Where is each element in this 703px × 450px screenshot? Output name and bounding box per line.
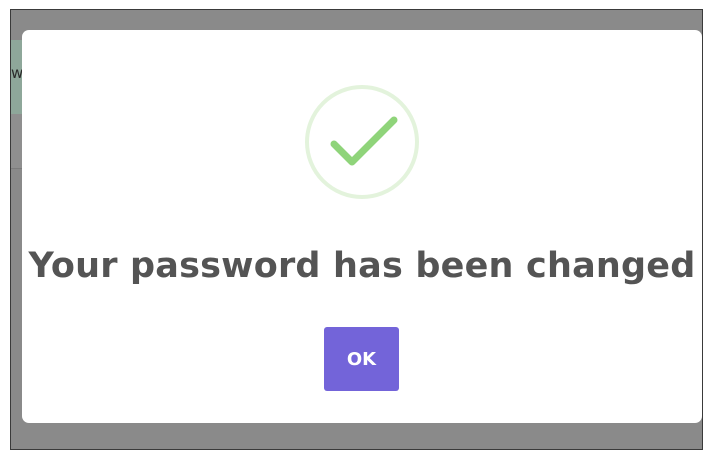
app-window: w Your password has been changed OK <box>10 9 703 450</box>
ok-button[interactable]: OK <box>324 327 399 391</box>
success-dialog: Your password has been changed OK <box>22 30 702 423</box>
check-circle-icon <box>305 85 419 199</box>
dialog-message: Your password has been changed <box>28 246 696 286</box>
